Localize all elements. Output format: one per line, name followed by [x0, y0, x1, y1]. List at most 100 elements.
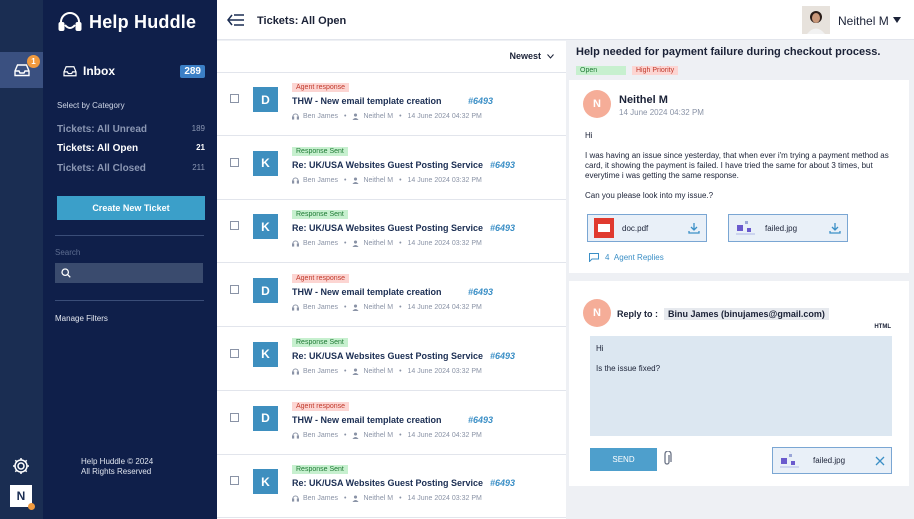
sidebar-item-all-open[interactable]: Tickets: All Open 21 [57, 143, 205, 154]
sidebar-item-all-closed[interactable]: Tickets: All Closed 211 [57, 163, 205, 174]
message-date: 14 June 2024 04:32 PM [619, 108, 704, 117]
status-badge: Open [576, 66, 626, 75]
ticket-checkbox[interactable] [230, 412, 239, 422]
ticket-status-tag: Agent response [292, 274, 350, 284]
category-count: 211 [192, 163, 205, 172]
ticket-subject[interactable]: Re: UK/USA Websites Guest Posting Servic… [292, 160, 483, 170]
ticket-id[interactable]: #6493 [468, 287, 493, 297]
pdf-file-icon [594, 218, 614, 238]
inbox-label: Inbox [83, 64, 115, 78]
replies-count: 4 [605, 253, 610, 262]
bullet-separator: • [399, 240, 402, 248]
ticket-assignee: Ben James [303, 304, 339, 312]
send-button[interactable]: SEND [590, 448, 657, 471]
sort-label: Newest [509, 51, 541, 61]
ticket-row[interactable]: D Agent response THW - New email template … [217, 392, 566, 455]
create-ticket-button[interactable]: Create New Ticket [57, 196, 205, 220]
paperclip-icon[interactable] [662, 451, 672, 467]
ticket-id[interactable]: #6493 [468, 96, 493, 106]
ticket-checkbox[interactable] [230, 94, 239, 103]
copyright-line: All Rights Reserved [81, 467, 152, 476]
agent-replies-link[interactable]: 4 Agent Replies [589, 253, 664, 262]
ticket-subject[interactable]: THW - New email template creation [292, 415, 442, 425]
search-icon [61, 268, 71, 278]
message-card: N Neithel M 14 June 2024 04:32 PM Hi I w… [569, 80, 909, 273]
ticket-id[interactable]: #6493 [490, 223, 515, 233]
ticket-date: 14 June 2024 04:32 PM [407, 304, 482, 312]
ticket-subject[interactable]: THW - New email template creation [292, 287, 442, 297]
ticket-id[interactable]: #6493 [490, 160, 515, 170]
ticket-status-tag: Response Sent [292, 210, 348, 220]
category-label: Tickets: All Unread [57, 124, 148, 135]
collapse-sidebar-icon[interactable] [227, 14, 245, 26]
category-count: 189 [191, 124, 205, 133]
ticket-row[interactable]: D Agent response THW - New email template … [217, 264, 566, 328]
ticket-row[interactable]: D Agent response THW - New email template … [217, 73, 566, 136]
user-icon [352, 495, 360, 503]
reply-attachment-chip[interactable]: failed.jpg [772, 447, 892, 474]
copyright-line: Help Huddle © 2024 [81, 457, 154, 466]
user-photo[interactable] [802, 6, 830, 34]
sidebar-item-all-unread[interactable]: Tickets: All Unread 189 [57, 124, 205, 135]
bullet-separator: • [344, 304, 347, 312]
ticket-checkbox[interactable] [230, 157, 239, 167]
ticket-id[interactable]: #6493 [490, 478, 515, 488]
manage-filters-link[interactable]: Manage Filters [55, 314, 108, 323]
priority-badge: High Priority [632, 66, 679, 75]
reply-editor[interactable]: Hi Is the issue fixed? [590, 336, 892, 436]
user-name[interactable]: Neithel M [838, 14, 889, 28]
gear-icon[interactable] [11, 456, 31, 476]
ticket-status-tag: Response Sent [292, 337, 348, 347]
bullet-separator: • [399, 304, 402, 312]
caret-down-icon[interactable] [893, 17, 901, 23]
close-icon[interactable] [875, 456, 885, 466]
sort-dropdown[interactable]: Newest [509, 51, 554, 61]
bullet-separator: • [344, 431, 347, 439]
ticket-id[interactable]: #6493 [490, 351, 515, 361]
search-input[interactable] [75, 268, 195, 278]
ticket-avatar: K [253, 150, 278, 176]
ticket-subject[interactable]: THW - New email template creation [292, 96, 442, 106]
ticket-checkbox[interactable] [230, 221, 239, 231]
download-icon[interactable] [688, 222, 700, 234]
ticket-row[interactable]: K Response Sent Re: UK/USA Websites Guest … [217, 455, 566, 519]
ticket-row[interactable]: K Response Sent Re: UK/USA Websites Guest … [217, 328, 566, 391]
inbox-notification-badge: 1 [27, 55, 40, 68]
ticket-avatar: K [253, 214, 278, 240]
ticket-checkbox[interactable] [230, 348, 239, 358]
user-icon [352, 304, 360, 312]
download-icon[interactable] [829, 222, 841, 234]
reply-to-recipient[interactable]: Binu James (binujames@gmail.com) [664, 308, 829, 320]
ticket-row[interactable]: K Response Sent Re: UK/USA Websites Guest … [217, 200, 566, 264]
sidebar-item-inbox[interactable]: Inbox 289 [63, 64, 205, 78]
message-text: I was having an issue since yesterday, t… [585, 151, 889, 180]
attachment-failed-jpg[interactable]: failed.jpg [728, 214, 848, 242]
divider [55, 300, 204, 301]
bullet-separator: • [399, 113, 402, 120]
ticket-subject[interactable]: Re: UK/USA Websites Guest Posting Servic… [292, 351, 483, 361]
ticket-requester: Neithel M [363, 240, 394, 248]
category-count: 21 [196, 143, 205, 152]
brand-logo[interactable]: Help Huddle [57, 9, 196, 35]
ticket-date: 14 June 2024 04:32 PM [407, 431, 482, 439]
ticket-title: Help needed for payment failure during c… [576, 46, 881, 58]
ticket-row[interactable]: K Response Sent Re: UK/USA Websites Guest … [217, 137, 566, 200]
search-box[interactable] [55, 263, 203, 283]
ticket-checkbox[interactable] [230, 285, 239, 295]
ticket-subject[interactable]: Re: UK/USA Websites Guest Posting Servic… [292, 223, 483, 233]
headset-icon [292, 240, 299, 247]
user-photo-image [802, 6, 830, 34]
ticket-checkbox[interactable] [230, 476, 239, 486]
author-avatar: N [583, 90, 611, 118]
ticket-subject[interactable]: Re: UK/USA Websites Guest Posting Servic… [292, 478, 483, 488]
attachment-doc-pdf[interactable]: doc.pdf [587, 214, 707, 242]
user-avatar[interactable]: N [10, 485, 35, 510]
html-format-toggle[interactable]: HTML [874, 324, 891, 330]
headset-icon [292, 177, 299, 184]
status-dot [28, 503, 35, 510]
ticket-status-tag: Agent response [292, 83, 350, 92]
editor-line: Hi [596, 344, 604, 353]
ticket-requester: Neithel M [363, 367, 394, 375]
ticket-id[interactable]: #6493 [468, 415, 493, 425]
user-icon [352, 177, 360, 184]
